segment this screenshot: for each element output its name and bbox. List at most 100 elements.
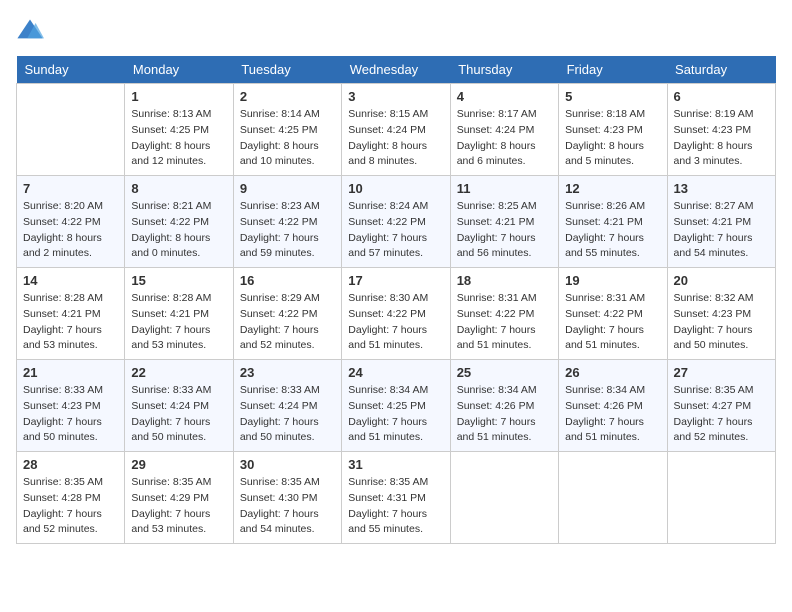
calendar-cell-w4-d3: 23 Sunrise: 8:33 AMSunset: 4:24 PMDayligh… xyxy=(233,360,341,452)
day-number: 30 xyxy=(240,457,335,472)
calendar-header-row: Sunday Monday Tuesday Wednesday Thursday… xyxy=(17,56,776,84)
calendar-cell-w1-d5: 4Sunrise: 8:17 AMSunset: 4:24 PMDaylight… xyxy=(450,84,558,176)
day-number: 21 xyxy=(23,365,118,380)
day-number: 16 xyxy=(240,273,335,288)
calendar-cell-w4-d7: 27Sunrise: 8:35 AMSunset: 4:27 PMDayligh… xyxy=(667,360,775,452)
calendar-table: Sunday Monday Tuesday Wednesday Thursday… xyxy=(16,56,776,544)
day-info: Sunrise: 8:14 AMSunset: 4:25 PMDaylight:… xyxy=(240,107,335,170)
day-number: 23 xyxy=(240,365,335,380)
calendar-week-3: 14 Sunrise: 8:28 AMSunset: 4:21 PMDayligh… xyxy=(17,268,776,360)
col-header-friday: Friday xyxy=(559,56,667,84)
calendar-cell-w2-d7: 13 Sunrise: 8:27 AMSunset: 4:21 PMDayligh… xyxy=(667,176,775,268)
calendar-cell-w1-d1 xyxy=(17,84,125,176)
day-info: Sunrise: 8:28 AMSunset: 4:21 PMDaylight:… xyxy=(131,291,226,354)
day-info: Sunrise: 8:33 AMSunset: 4:24 PMDaylight:… xyxy=(131,383,226,446)
logo xyxy=(16,16,48,44)
day-info: Sunrise: 8:15 AMSunset: 4:24 PMDaylight:… xyxy=(348,107,443,170)
calendar-cell-w3-d1: 14 Sunrise: 8:28 AMSunset: 4:21 PMDayligh… xyxy=(17,268,125,360)
day-number: 12 xyxy=(565,181,660,196)
day-info: Sunrise: 8:19 AMSunset: 4:23 PMDaylight:… xyxy=(674,107,769,170)
day-info: Sunrise: 8:34 AMSunset: 4:26 PMDaylight:… xyxy=(565,383,660,446)
day-info: Sunrise: 8:33 AMSunset: 4:23 PMDaylight:… xyxy=(23,383,118,446)
calendar-cell-w4-d1: 21 Sunrise: 8:33 AMSunset: 4:23 PMDayligh… xyxy=(17,360,125,452)
calendar-cell-w4-d4: 24Sunrise: 8:34 AMSunset: 4:25 PMDayligh… xyxy=(342,360,450,452)
day-number: 17 xyxy=(348,273,443,288)
day-number: 5 xyxy=(565,89,660,104)
day-number: 11 xyxy=(457,181,552,196)
calendar-cell-w1-d6: 5 Sunrise: 8:18 AMSunset: 4:23 PMDaylight… xyxy=(559,84,667,176)
page-header xyxy=(16,16,776,44)
day-info: Sunrise: 8:34 AMSunset: 4:25 PMDaylight:… xyxy=(348,383,443,446)
calendar-cell-w3-d4: 17 Sunrise: 8:30 AMSunset: 4:22 PMDayligh… xyxy=(342,268,450,360)
calendar-week-2: 7Sunrise: 8:20 AMSunset: 4:22 PMDaylight… xyxy=(17,176,776,268)
day-number: 25 xyxy=(457,365,552,380)
calendar-cell-w5-d7 xyxy=(667,452,775,544)
day-info: Sunrise: 8:34 AMSunset: 4:26 PMDaylight:… xyxy=(457,383,552,446)
calendar-week-4: 21 Sunrise: 8:33 AMSunset: 4:23 PMDayligh… xyxy=(17,360,776,452)
day-number: 14 xyxy=(23,273,118,288)
calendar-cell-w5-d3: 30 Sunrise: 8:35 AMSunset: 4:30 PMDayligh… xyxy=(233,452,341,544)
day-info: Sunrise: 8:28 AMSunset: 4:21 PMDaylight:… xyxy=(23,291,118,354)
day-number: 31 xyxy=(348,457,443,472)
calendar-cell-w2-d3: 9 Sunrise: 8:23 AMSunset: 4:22 PMDaylight… xyxy=(233,176,341,268)
day-info: Sunrise: 8:21 AMSunset: 4:22 PMDaylight:… xyxy=(131,199,226,262)
calendar-cell-w1-d7: 6 Sunrise: 8:19 AMSunset: 4:23 PMDaylight… xyxy=(667,84,775,176)
day-info: Sunrise: 8:35 AMSunset: 4:28 PMDaylight:… xyxy=(23,475,118,538)
day-info: Sunrise: 8:35 AMSunset: 4:29 PMDaylight:… xyxy=(131,475,226,538)
calendar-cell-w2-d2: 8 Sunrise: 8:21 AMSunset: 4:22 PMDaylight… xyxy=(125,176,233,268)
day-info: Sunrise: 8:23 AMSunset: 4:22 PMDaylight:… xyxy=(240,199,335,262)
calendar-cell-w4-d5: 25 Sunrise: 8:34 AMSunset: 4:26 PMDayligh… xyxy=(450,360,558,452)
calendar-cell-w5-d6 xyxy=(559,452,667,544)
calendar-week-5: 28Sunrise: 8:35 AMSunset: 4:28 PMDayligh… xyxy=(17,452,776,544)
day-number: 2 xyxy=(240,89,335,104)
calendar-cell-w1-d4: 3 Sunrise: 8:15 AMSunset: 4:24 PMDaylight… xyxy=(342,84,450,176)
day-info: Sunrise: 8:35 AMSunset: 4:30 PMDaylight:… xyxy=(240,475,335,538)
day-number: 18 xyxy=(457,273,552,288)
calendar-cell-w3-d6: 19 Sunrise: 8:31 AMSunset: 4:22 PMDayligh… xyxy=(559,268,667,360)
day-number: 27 xyxy=(674,365,769,380)
col-header-tuesday: Tuesday xyxy=(233,56,341,84)
calendar-cell-w1-d2: 1Sunrise: 8:13 AMSunset: 4:25 PMDaylight… xyxy=(125,84,233,176)
day-info: Sunrise: 8:33 AMSunset: 4:24 PMDaylight:… xyxy=(240,383,335,446)
day-info: Sunrise: 8:27 AMSunset: 4:21 PMDaylight:… xyxy=(674,199,769,262)
calendar-cell-w3-d5: 18 Sunrise: 8:31 AMSunset: 4:22 PMDayligh… xyxy=(450,268,558,360)
day-number: 20 xyxy=(674,273,769,288)
calendar-cell-w5-d4: 31 Sunrise: 8:35 AMSunset: 4:31 PMDayligh… xyxy=(342,452,450,544)
day-info: Sunrise: 8:32 AMSunset: 4:23 PMDaylight:… xyxy=(674,291,769,354)
calendar-cell-w3-d3: 16Sunrise: 8:29 AMSunset: 4:22 PMDayligh… xyxy=(233,268,341,360)
day-number: 8 xyxy=(131,181,226,196)
day-info: Sunrise: 8:35 AMSunset: 4:31 PMDaylight:… xyxy=(348,475,443,538)
day-number: 22 xyxy=(131,365,226,380)
day-number: 29 xyxy=(131,457,226,472)
calendar-week-1: 1Sunrise: 8:13 AMSunset: 4:25 PMDaylight… xyxy=(17,84,776,176)
calendar-cell-w5-d1: 28Sunrise: 8:35 AMSunset: 4:28 PMDayligh… xyxy=(17,452,125,544)
calendar-cell-w5-d5 xyxy=(450,452,558,544)
calendar-cell-w3-d7: 20 Sunrise: 8:32 AMSunset: 4:23 PMDayligh… xyxy=(667,268,775,360)
calendar-cell-w3-d2: 15 Sunrise: 8:28 AMSunset: 4:21 PMDayligh… xyxy=(125,268,233,360)
day-info: Sunrise: 8:30 AMSunset: 4:22 PMDaylight:… xyxy=(348,291,443,354)
day-info: Sunrise: 8:31 AMSunset: 4:22 PMDaylight:… xyxy=(565,291,660,354)
day-info: Sunrise: 8:26 AMSunset: 4:21 PMDaylight:… xyxy=(565,199,660,262)
day-number: 6 xyxy=(674,89,769,104)
day-number: 7 xyxy=(23,181,118,196)
day-info: Sunrise: 8:31 AMSunset: 4:22 PMDaylight:… xyxy=(457,291,552,354)
day-number: 15 xyxy=(131,273,226,288)
day-number: 13 xyxy=(674,181,769,196)
col-header-sunday: Sunday xyxy=(17,56,125,84)
col-header-saturday: Saturday xyxy=(667,56,775,84)
calendar-cell-w2-d6: 12 Sunrise: 8:26 AMSunset: 4:21 PMDayligh… xyxy=(559,176,667,268)
day-number: 19 xyxy=(565,273,660,288)
day-number: 9 xyxy=(240,181,335,196)
day-number: 26 xyxy=(565,365,660,380)
calendar-cell-w2-d1: 7Sunrise: 8:20 AMSunset: 4:22 PMDaylight… xyxy=(17,176,125,268)
calendar-cell-w2-d4: 10Sunrise: 8:24 AMSunset: 4:22 PMDayligh… xyxy=(342,176,450,268)
day-info: Sunrise: 8:17 AMSunset: 4:24 PMDaylight:… xyxy=(457,107,552,170)
col-header-wednesday: Wednesday xyxy=(342,56,450,84)
calendar-cell-w4-d6: 26 Sunrise: 8:34 AMSunset: 4:26 PMDayligh… xyxy=(559,360,667,452)
calendar-cell-w1-d3: 2 Sunrise: 8:14 AMSunset: 4:25 PMDaylight… xyxy=(233,84,341,176)
calendar-cell-w4-d2: 22 Sunrise: 8:33 AMSunset: 4:24 PMDayligh… xyxy=(125,360,233,452)
day-number: 3 xyxy=(348,89,443,104)
day-info: Sunrise: 8:24 AMSunset: 4:22 PMDaylight:… xyxy=(348,199,443,262)
day-info: Sunrise: 8:18 AMSunset: 4:23 PMDaylight:… xyxy=(565,107,660,170)
calendar-cell-w5-d2: 29 Sunrise: 8:35 AMSunset: 4:29 PMDayligh… xyxy=(125,452,233,544)
